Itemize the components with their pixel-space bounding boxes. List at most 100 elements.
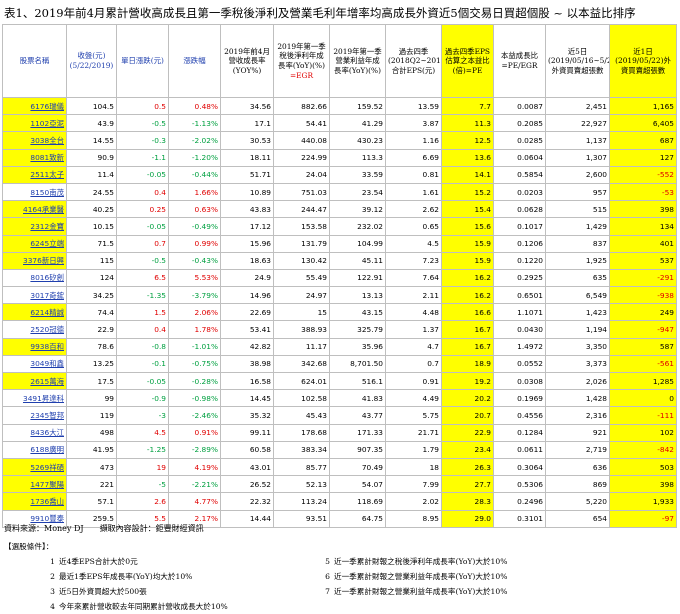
table-row[interactable]: 8016矽創 124 6.5 5.53% 24.9 55.49 122.91 7.64 16.2… — [2, 268, 677, 288]
stock-name-link[interactable]: 5269祥碩 — [2, 457, 67, 477]
stock-name-link[interactable]: 8081致新 — [2, 148, 67, 167]
stock-name-link[interactable]: 2345智邦 — [2, 406, 67, 425]
cell-net5: 2,316 — [545, 406, 610, 425]
cell-close: 22.9 — [66, 320, 117, 339]
table-row[interactable]: 1102亞泥 43.9 -0.5 -1.13% 17.1 54.41 41.29 3.87 11… — [2, 114, 677, 133]
table-row[interactable]: 3038全台 14.55 -0.3 -2.02% 30.53 440.08 430.23 1.… — [2, 131, 677, 150]
stock-name-link[interactable]: 1736喬山 — [2, 492, 67, 511]
table-row[interactable]: 8081致新 90.9 -1.1 -1.20% 18.11 224.99 113.3 6.69… — [2, 148, 677, 167]
table-row[interactable]: 2615萬海 17.5 -0.05 -0.28% 16.58 624.01 516.1 0.9… — [2, 371, 677, 391]
cell-eps: 4.7 — [385, 337, 442, 356]
cell-close: 10.15 — [66, 217, 117, 236]
stock-name-link[interactable]: 8150南茂 — [2, 182, 67, 202]
stock-name-link[interactable]: 1102亞泥 — [2, 114, 67, 133]
cell-net1: -53 — [609, 182, 677, 202]
cell-peg: 0.1220 — [493, 251, 546, 270]
col-header-chg[interactable]: 單日漲跌(元) — [116, 24, 169, 98]
stock-name-link[interactable]: 3049和鑫 — [2, 354, 67, 374]
condition-num: 4 — [50, 602, 55, 611]
cell-net1: 537 — [609, 251, 677, 270]
cell-net1: 127 — [609, 148, 677, 167]
cell-peg: 0.3064 — [493, 457, 546, 477]
cell-peg: 0.1969 — [493, 389, 546, 408]
stock-name-link[interactable]: 3376新日興 — [2, 251, 67, 270]
stock-name-link[interactable]: 1477聚陽 — [2, 475, 67, 494]
stock-name-link[interactable]: 3017奇鋐 — [2, 286, 67, 305]
cell-gp: 70.49 — [329, 457, 386, 477]
cell-rev: 15.96 — [220, 234, 274, 253]
table-row[interactable]: 9938百和 78.6 -0.8 -1.01% 42.82 11.17 35.96 4.7 16… — [2, 337, 677, 356]
cell-chg: 19 — [116, 457, 169, 477]
cell-gp: 122.91 — [329, 268, 386, 288]
cell-ni: 244.47 — [273, 200, 330, 219]
cell-ni: 130.42 — [273, 251, 330, 270]
stock-name-link[interactable]: 8436大江 — [2, 423, 67, 442]
cell-chg: -0.05 — [116, 371, 169, 391]
col-header-ni-growth: 2019年第一季稅後淨利年成長率(YoY)(%) =EGR — [273, 24, 330, 98]
stock-name-link[interactable]: 9938百和 — [2, 337, 67, 356]
cell-gp: 43.77 — [329, 406, 386, 425]
table-row[interactable]: 3376新日興 115 -0.5 -0.43% 18.63 130.42 45.11 7.23… — [2, 251, 677, 270]
cell-gp: 39.12 — [329, 200, 386, 219]
cell-pct: -0.75% — [168, 354, 221, 374]
cell-pct: -0.43% — [168, 251, 221, 270]
table-row[interactable]: 8436大江 498 4.5 0.91% 99.11 178.68 171.33 21.71 2… — [2, 423, 677, 442]
table-row[interactable]: 6214精誠 74.4 1.5 2.06% 22.69 15 43.15 4.48 16.6 1.… — [2, 303, 677, 322]
table-row[interactable]: 6245立端 71.5 0.7 0.99% 15.96 131.79 104.99 4.5 15… — [2, 234, 677, 253]
cell-ni: 15 — [273, 303, 330, 322]
table-row[interactable]: 3017奇鋐 34.25 -1.35 -3.79% 14.96 24.97 13.13 2.1… — [2, 286, 677, 305]
table-row[interactable]: 2520冠德 22.9 0.4 1.78% 53.41 388.93 325.79 1.37 1… — [2, 320, 677, 339]
col-header-name[interactable]: 股票名稱 — [2, 24, 67, 98]
table-row[interactable]: 2345智邦 119 -3 -2.46% 35.32 45.43 43.77 5.75 20.7… — [2, 406, 677, 425]
cell-gp: 54.07 — [329, 475, 386, 494]
stock-name-link[interactable]: 3491昇達科 — [2, 389, 67, 408]
table-row[interactable]: 1477聚陽 221 -5 -2.21% 26.52 52.13 54.07 7.99 27.7… — [2, 475, 677, 494]
stock-name-link[interactable]: 6214精誠 — [2, 303, 67, 322]
table-row[interactable]: 3049和鑫 13.25 -0.1 -0.75% 38.98 342.68 8,701.50… — [2, 354, 677, 374]
stock-name-link[interactable]: 8016矽創 — [2, 268, 67, 288]
cell-eps: 5.75 — [385, 406, 442, 425]
cell-ni: 153.58 — [273, 217, 330, 236]
col-header-pct[interactable]: 漲跌幅 — [168, 24, 221, 98]
table-row[interactable]: 3491昇達科 99 -0.9 -0.98% 14.45 102.58 41.83 4.49 2… — [2, 389, 677, 408]
cell-rev: 51.71 — [220, 165, 274, 184]
cell-net5: 1,429 — [545, 217, 610, 236]
cell-rev: 35.32 — [220, 406, 274, 425]
table-row[interactable]: 2312金寶 10.15 -0.05 -0.49% 17.12 153.58 232.02 0… — [2, 217, 677, 236]
stock-name-link[interactable]: 2520冠德 — [2, 320, 67, 339]
stock-name-link[interactable]: 3038全台 — [2, 131, 67, 150]
table-row[interactable]: 6188廣明 41.95 -1.25 -2.89% 60.58 383.34 907.35 1… — [2, 440, 677, 459]
condition-num2: 5 — [325, 557, 330, 566]
table-row[interactable]: 5269祥碩 473 19 4.19% 43.01 85.77 70.49 18 26.3 0.3… — [2, 457, 677, 477]
cell-net5: 636 — [545, 457, 610, 477]
cell-rev: 10.89 — [220, 182, 274, 202]
cell-pct: 0.99% — [168, 234, 221, 253]
cell-net1: -842 — [609, 440, 677, 459]
table-row[interactable]: 2511太子 11.4 -0.05 -0.44% 51.71 24.04 33.59 0.81… — [2, 165, 677, 184]
condition-text: 近4季EPS合計大於0元 — [59, 557, 138, 566]
table-row[interactable]: 1736喬山 57.1 2.6 4.77% 22.32 113.24 118.69 2.02 2… — [2, 492, 677, 511]
col-header-close[interactable]: 收盤(元) (5/22/2019) — [66, 24, 117, 98]
cell-close: 99 — [66, 389, 117, 408]
cell-net1: -552 — [609, 165, 677, 184]
cell-eps: 2.02 — [385, 492, 442, 511]
cell-ni: 102.58 — [273, 389, 330, 408]
stock-name-link[interactable]: 6245立端 — [2, 234, 67, 253]
cell-net1: 0 — [609, 389, 677, 408]
table-row[interactable]: 6176瑞儀 104.5 0.5 0.48% 34.56 882.66 159.52 13.5… — [2, 96, 677, 116]
cell-gp: 232.02 — [329, 217, 386, 236]
stock-name-link[interactable]: 2312金寶 — [2, 217, 67, 236]
table-row[interactable]: 4164承業醫 40.25 0.25 0.63% 43.83 244.47 39.12 2.6… — [2, 200, 677, 219]
cell-rev: 17.12 — [220, 217, 274, 236]
cell-chg: -3 — [116, 406, 169, 425]
stock-name-link[interactable]: 6188廣明 — [2, 440, 67, 459]
cell-eps: 4.5 — [385, 234, 442, 253]
cell-chg: -0.3 — [116, 131, 169, 150]
cell-ni: 93.51 — [273, 509, 330, 528]
stock-name-link[interactable]: 6176瑞儀 — [2, 96, 67, 116]
stock-name-link[interactable]: 2615萬海 — [2, 371, 67, 391]
cell-net5: 3,373 — [545, 354, 610, 374]
stock-name-link[interactable]: 2511太子 — [2, 165, 67, 184]
table-row[interactable]: 8150南茂 24.55 0.4 1.66% 10.89 751.03 23.54 1.61 1… — [2, 182, 677, 202]
stock-name-link[interactable]: 4164承業醫 — [2, 200, 67, 219]
